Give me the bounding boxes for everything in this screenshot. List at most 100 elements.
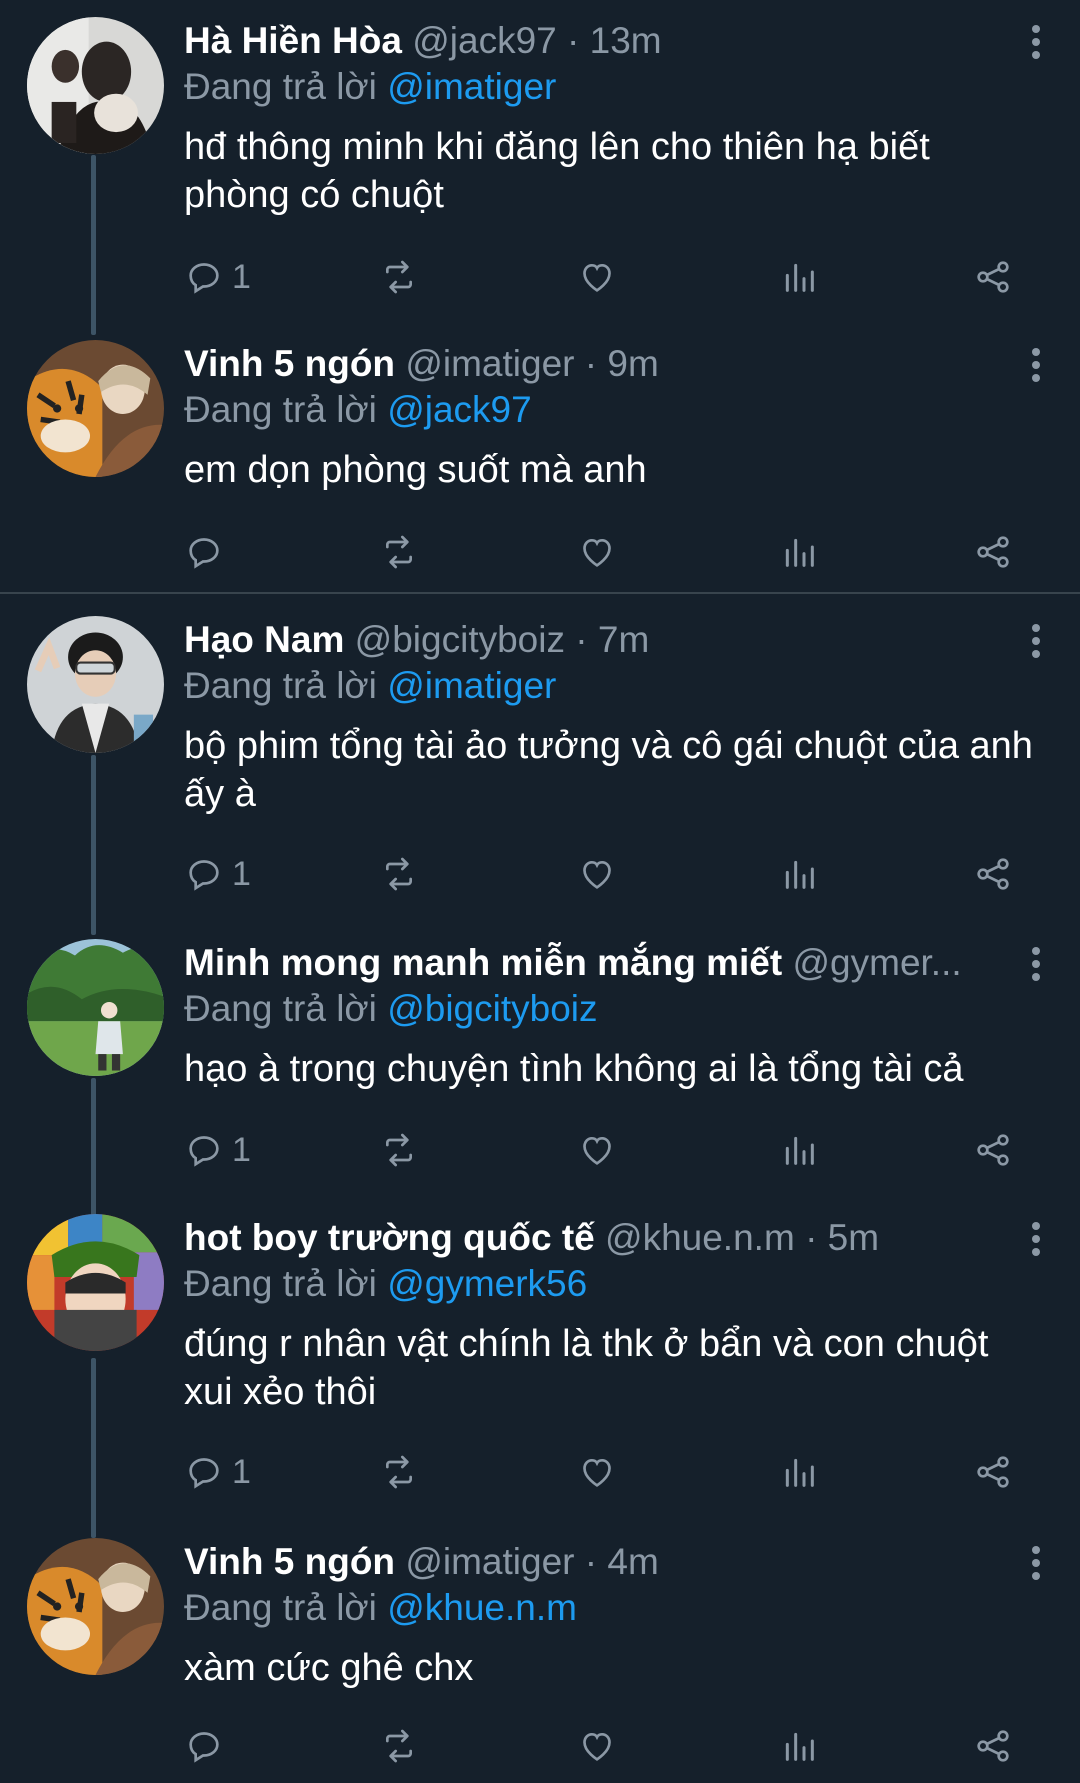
mention-link[interactable]: @bigcityboiz — [387, 988, 597, 1029]
timestamp[interactable]: 13m — [590, 20, 662, 61]
author-name[interactable]: Minh mong manh miễn mắng miết — [184, 942, 782, 983]
share-icon — [977, 1730, 1009, 1762]
mention-link[interactable]: @gymerk56 — [387, 1263, 587, 1304]
author-handle[interactable]: @gymer... — [792, 942, 961, 983]
stats-button[interactable] — [779, 1447, 819, 1497]
author-name[interactable]: hot boy trường quốc tế — [184, 1217, 595, 1258]
author-handle[interactable]: @khue.n.m — [605, 1217, 795, 1258]
tweet[interactable]: hot boy trường quốc tế @khue.n.m · 5m Đa… — [0, 1212, 1080, 1512]
timestamp[interactable]: 5m — [828, 1217, 879, 1258]
like-button[interactable] — [577, 1125, 617, 1175]
more-options-icon[interactable] — [1028, 25, 1044, 65]
share-button[interactable] — [973, 1125, 1013, 1175]
reply-button[interactable]: 1 — [184, 1447, 251, 1497]
like-button[interactable] — [577, 1447, 617, 1497]
more-options-icon[interactable] — [1028, 1222, 1044, 1262]
author-handle[interactable]: @imatiger — [405, 1541, 574, 1582]
heart-icon — [583, 860, 611, 889]
mention-link[interactable]: @jack97 — [387, 389, 532, 430]
timestamp[interactable]: 9m — [607, 343, 658, 384]
tweet-actions — [184, 527, 1024, 577]
tweet-header: hot boy trường quốc tế @khue.n.m · 5m — [184, 1216, 1020, 1260]
avatar[interactable] — [27, 17, 164, 154]
reply-button[interactable] — [184, 1721, 232, 1771]
reply-button[interactable]: 1 — [184, 849, 251, 899]
stats-icon — [785, 263, 814, 292]
avatar[interactable] — [27, 340, 164, 477]
share-button[interactable] — [973, 252, 1013, 302]
share-icon — [977, 1134, 1009, 1166]
avatar[interactable] — [27, 1538, 164, 1675]
share-button[interactable] — [973, 527, 1013, 577]
tweet[interactable]: Hà Hiền Hòa @jack97 · 13m Đang trả lời @… — [0, 15, 1080, 315]
reply-icon — [189, 538, 219, 569]
retweet-button[interactable] — [379, 1125, 419, 1175]
share-button[interactable] — [973, 1721, 1013, 1771]
author-handle[interactable]: @jack97 — [412, 20, 557, 61]
author-name[interactable]: Hà Hiền Hòa — [184, 20, 402, 61]
retweet-button[interactable] — [379, 1447, 419, 1497]
author-name[interactable]: Vinh 5 ngón — [184, 1541, 395, 1582]
timestamp[interactable]: 7m — [598, 619, 649, 660]
separator-dot: · — [805, 1217, 818, 1258]
share-icon — [977, 1456, 1009, 1488]
more-options-icon[interactable] — [1028, 624, 1044, 664]
like-button[interactable] — [577, 1721, 617, 1771]
replying-to: Đang trả lời @imatiger — [184, 664, 556, 708]
separator-dot: · — [584, 1541, 598, 1582]
stats-button[interactable] — [779, 252, 819, 302]
retweet-icon — [386, 857, 412, 891]
stats-icon — [785, 1732, 814, 1761]
retweet-icon — [386, 1729, 412, 1763]
more-options-icon[interactable] — [1028, 1546, 1044, 1586]
retweet-button[interactable] — [379, 252, 419, 302]
author-name[interactable]: Hạo Nam — [184, 619, 344, 660]
tweet-header: Minh mong manh miễn mắng miết @gymer... — [184, 941, 1020, 985]
author-handle[interactable]: @imatiger — [405, 343, 574, 384]
reply-button[interactable]: 1 — [184, 252, 251, 302]
timestamp[interactable]: 4m — [607, 1541, 658, 1582]
replying-prefix: Đang trả lời — [184, 665, 377, 706]
author-name[interactable]: Vinh 5 ngón — [184, 343, 395, 384]
stats-icon — [785, 1458, 814, 1487]
share-icon — [977, 536, 1009, 568]
more-options-icon[interactable] — [1028, 947, 1044, 987]
avatar[interactable] — [27, 1214, 164, 1351]
retweet-button[interactable] — [379, 527, 419, 577]
replying-prefix: Đang trả lời — [184, 389, 377, 430]
share-button[interactable] — [973, 849, 1013, 899]
mention-link[interactable]: @imatiger — [387, 665, 556, 706]
tweet[interactable]: Vinh 5 ngón @imatiger · 9m Đang trả lời … — [0, 338, 1080, 588]
share-button[interactable] — [973, 1447, 1013, 1497]
mention-link[interactable]: @khue.n.m — [387, 1587, 577, 1628]
like-button[interactable] — [577, 527, 617, 577]
stats-icon — [785, 1136, 814, 1165]
retweet-icon — [386, 1133, 412, 1167]
separator-dot: · — [567, 20, 580, 61]
mention-link[interactable]: @imatiger — [387, 66, 556, 107]
avatar[interactable] — [27, 939, 164, 1076]
retweet-button[interactable] — [379, 1721, 419, 1771]
tweet[interactable]: Minh mong manh miễn mắng miết @gymer... … — [0, 937, 1080, 1187]
stats-button[interactable] — [779, 1125, 819, 1175]
reply-icon — [189, 860, 219, 891]
replying-prefix: Đang trả lời — [184, 66, 377, 107]
stats-button[interactable] — [779, 1721, 819, 1771]
heart-icon — [583, 1136, 611, 1165]
author-handle[interactable]: @bigcityboiz — [355, 619, 565, 660]
like-button[interactable] — [577, 252, 617, 302]
more-options-icon[interactable] — [1028, 348, 1044, 388]
reply-icon — [189, 263, 219, 294]
share-icon — [977, 858, 1009, 890]
like-button[interactable] — [577, 849, 617, 899]
tweet-text: em dọn phòng suốt mà anh — [184, 449, 647, 491]
retweet-button[interactable] — [379, 849, 419, 899]
tweet[interactable]: Hạo Nam @bigcityboiz · 7m Đang trả lời @… — [0, 614, 1080, 914]
avatar[interactable] — [27, 616, 164, 753]
tweet-text: hđ thông minh khi đăng lên cho thiên hạ … — [184, 126, 930, 216]
stats-button[interactable] — [779, 527, 819, 577]
reply-button[interactable] — [184, 527, 232, 577]
stats-button[interactable] — [779, 849, 819, 899]
reply-button[interactable]: 1 — [184, 1125, 251, 1175]
tweet[interactable]: Vinh 5 ngón @imatiger · 4m Đang trả lời … — [0, 1536, 1080, 1783]
